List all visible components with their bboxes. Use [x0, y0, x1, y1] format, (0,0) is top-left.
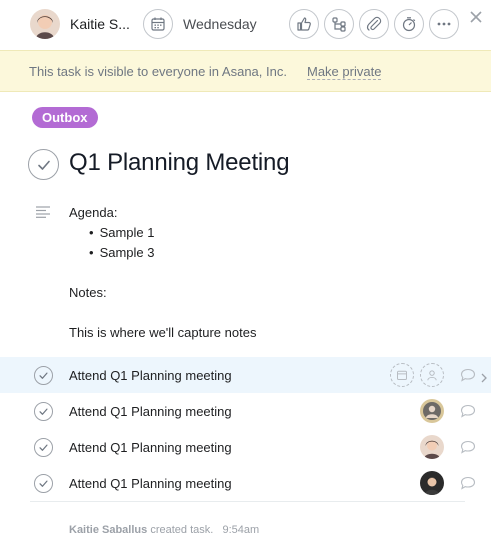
subtask-assignee-avatar[interactable] — [420, 399, 444, 423]
subtask-row[interactable]: Attend Q1 Planning meeting — [0, 393, 491, 429]
subtask-due-date-button[interactable] — [390, 363, 414, 387]
chevron-right-icon[interactable] — [480, 370, 488, 388]
subtask-row[interactable]: Attend Q1 Planning meeting — [0, 465, 491, 501]
subtask-complete-button[interactable] — [34, 474, 53, 493]
subtask-complete-button[interactable] — [34, 438, 53, 457]
attachment-icon[interactable] — [359, 9, 389, 39]
assignee-avatar[interactable] — [30, 9, 60, 39]
subtask-assignee-avatar[interactable] — [420, 471, 444, 495]
calendar-icon[interactable] — [143, 9, 173, 39]
make-private-link[interactable]: Make private — [307, 64, 382, 80]
visibility-text: This task is visible to everyone in Asan… — [29, 64, 287, 79]
story-action: created task. — [150, 524, 214, 533]
check-icon — [39, 372, 48, 379]
complete-task-button[interactable] — [28, 149, 59, 180]
comment-icon[interactable] — [460, 404, 476, 423]
subtask-row[interactable]: Attend Q1 Planning meeting — [0, 429, 491, 465]
check-icon — [39, 408, 48, 415]
task-header: Kaitie S... Wednesday — [0, 0, 491, 50]
story-time: 9:54am — [222, 524, 260, 533]
due-date-label[interactable]: Wednesday — [183, 16, 257, 32]
subtask-assignee-avatar[interactable] — [420, 435, 444, 459]
subtask-name[interactable]: Attend Q1 Planning meeting — [69, 404, 232, 419]
assignee-name[interactable]: Kaitie S... — [70, 16, 130, 32]
comment-icon[interactable] — [460, 368, 476, 387]
comment-icon[interactable] — [460, 440, 476, 459]
agenda-item: Sample 3 — [89, 243, 256, 263]
subtask-complete-button[interactable] — [34, 366, 53, 385]
story-author[interactable]: Kaitie Saballus — [69, 524, 147, 533]
subtask-complete-button[interactable] — [34, 402, 53, 421]
notes-label: Notes: — [69, 285, 107, 300]
close-icon[interactable] — [468, 9, 484, 25]
more-icon[interactable] — [429, 9, 459, 39]
description-icon — [36, 205, 50, 223]
story-line: Kaitie Saballus created task. 9:54am — [69, 524, 259, 533]
subtask-list: Attend Q1 Planning meeting Attend Q1 Pla… — [0, 357, 491, 502]
comment-icon[interactable] — [460, 476, 476, 495]
like-icon[interactable] — [289, 9, 319, 39]
check-icon — [37, 160, 50, 170]
subtask-row[interactable]: Attend Q1 Planning meeting — [0, 357, 491, 393]
visibility-banner: This task is visible to everyone in Asan… — [0, 50, 491, 92]
check-icon — [39, 480, 48, 487]
task-title[interactable]: Q1 Planning Meeting — [69, 149, 290, 177]
task-description[interactable]: Agenda: Sample 1 Sample 3 Notes: This is… — [69, 203, 256, 343]
subtask-icon[interactable] — [324, 9, 354, 39]
calendar-icon — [397, 370, 407, 380]
user-icon — [427, 370, 437, 381]
tag-outbox[interactable]: Outbox — [32, 107, 98, 128]
agenda-list: Sample 1 Sample 3 — [69, 223, 256, 263]
subtask-name[interactable]: Attend Q1 Planning meeting — [69, 476, 232, 491]
subtask-name[interactable]: Attend Q1 Planning meeting — [69, 368, 232, 383]
agenda-item: Sample 1 — [89, 223, 256, 243]
notes-text: This is where we'll capture notes — [69, 325, 257, 340]
timer-icon[interactable] — [394, 9, 424, 39]
divider — [30, 501, 465, 502]
subtask-assignee-button[interactable] — [420, 363, 444, 387]
check-icon — [39, 444, 48, 451]
agenda-label: Agenda: — [69, 205, 118, 220]
subtask-name[interactable]: Attend Q1 Planning meeting — [69, 440, 232, 455]
